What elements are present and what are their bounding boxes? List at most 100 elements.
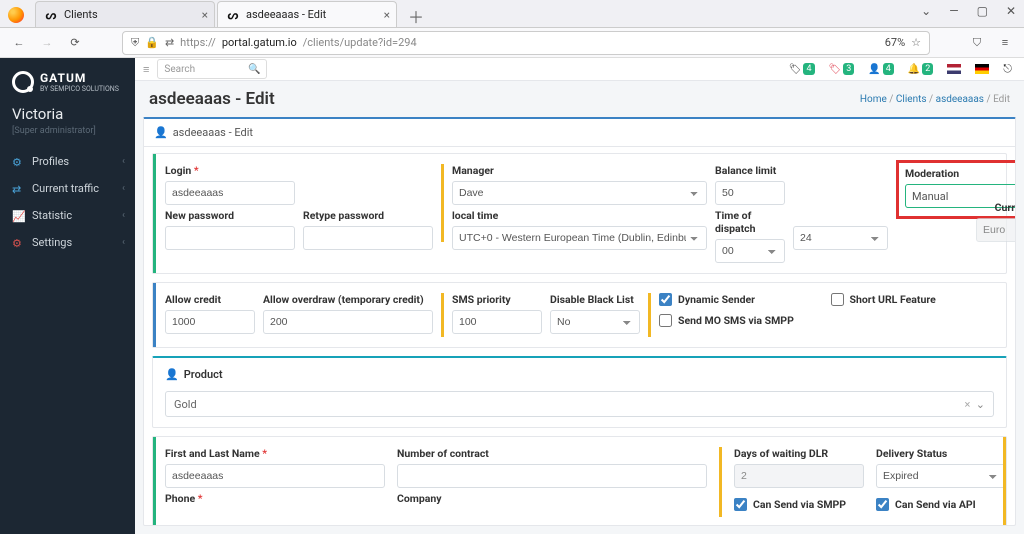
disable-bl-select[interactable]: No — [550, 310, 640, 334]
topbar: ≡ Search 🔍 🏷4 🏷3 👤4 🔔2 ⎋ — [135, 58, 1024, 81]
new-password-input[interactable] — [165, 226, 295, 250]
mo-smpp-label: Send MO SMS via SMPP — [678, 314, 794, 327]
retype-pw-label: Retype password — [303, 209, 433, 222]
chevron-left-icon: ‹ — [122, 183, 125, 194]
name-label: First and Last Name * — [165, 447, 385, 460]
url-prefix: https:// — [180, 36, 216, 49]
dynamic-sender-label: Dynamic Sender — [678, 293, 755, 306]
mo-smpp-checkbox[interactable] — [659, 314, 672, 327]
logout-icon[interactable]: ⎋ — [1003, 62, 1012, 76]
chevron-left-icon: ‹ — [122, 156, 125, 167]
reload-button[interactable]: ⟳ — [64, 32, 86, 54]
localtime-label: local time — [452, 209, 707, 222]
name-input[interactable] — [165, 464, 385, 488]
api-checkbox[interactable] — [876, 498, 889, 511]
card-credit: Allow credit Allow overdraw (temporary c… — [152, 282, 1007, 348]
delivery-label: Delivery Status — [876, 447, 1006, 460]
url-bar[interactable]: ⛨ 🔒 ⇄ https://portal.gatum.io/clients/up… — [122, 31, 930, 55]
user-icon: 👤 — [154, 126, 168, 139]
manager-select[interactable]: Dave — [452, 181, 707, 205]
browser-tab-edit[interactable]: ᔕ asdeeaaas - Edit × — [217, 1, 397, 27]
flag-en-icon[interactable] — [947, 64, 961, 74]
bookmark-icon[interactable]: ☆ — [911, 36, 921, 49]
tag-icon-2[interactable]: 🏷3 — [829, 63, 855, 75]
product-head: Product — [184, 368, 223, 381]
sidebar-item-settings[interactable]: ⚙Settings‹ — [0, 229, 135, 256]
user-name: Victoria — [0, 99, 135, 126]
close-tab-icon[interactable]: × — [384, 8, 390, 22]
close-window-icon[interactable]: ✕ — [1006, 4, 1016, 18]
manager-label: Manager — [452, 164, 707, 177]
tag-icon-1[interactable]: 🏷4 — [789, 63, 815, 75]
allow-credit-input[interactable] — [165, 310, 255, 334]
sidebar-item-label: Statistic — [32, 209, 72, 222]
login-label: Login * — [165, 164, 295, 177]
crumb-home[interactable]: Home — [860, 94, 887, 105]
logo: GATUM BY SEMPICO SOLUTIONS — [0, 58, 135, 99]
user-icon[interactable]: 👤4 — [868, 63, 894, 75]
smpp-label: Can Send via SMPP — [753, 498, 846, 511]
search-input[interactable]: Search 🔍 — [157, 59, 267, 79]
new-pw-label: New password — [165, 209, 295, 222]
sms-prio-input[interactable] — [452, 310, 542, 334]
brand-name: GATUM — [40, 71, 119, 85]
short-url-label: Short URL Feature — [850, 293, 936, 306]
contract-input[interactable] — [397, 464, 707, 488]
allow-over-input[interactable] — [263, 310, 433, 334]
page-title: asdeeaaas - Edit — [149, 89, 275, 109]
minimize-icon[interactable]: — — [949, 4, 958, 18]
gear-icon: ⚙ — [12, 237, 24, 249]
browser-tab-clients[interactable]: ᔕ Clients × — [35, 1, 215, 27]
forward-button[interactable]: → — [36, 32, 58, 54]
zoom-level[interactable]: 67% — [885, 36, 905, 49]
panel-title: asdeeaaas - Edit — [173, 126, 253, 139]
back-button[interactable]: ← — [8, 32, 30, 54]
phone-label: Phone * — [165, 492, 385, 505]
maximize-icon[interactable]: ▢ — [977, 4, 988, 18]
allow-over-label: Allow overdraw (temporary credit) — [263, 293, 433, 306]
dlr-input — [734, 464, 864, 488]
crumb-edit: Edit — [993, 94, 1010, 105]
short-url-checkbox[interactable] — [831, 293, 844, 306]
chevron-down-icon[interactable]: ⌄ — [921, 4, 931, 18]
tab-label: Clients — [64, 8, 98, 21]
sidebar-item-profiles[interactable]: ⚙Profiles‹ — [0, 148, 135, 175]
pocket-icon[interactable]: ⛉ — [966, 32, 988, 54]
card-product: 👤 Product Gold × ⌄ — [152, 356, 1007, 428]
localtime-select[interactable]: UTC+0 - Western European Time (Dublin, E… — [452, 226, 707, 250]
crumb-item[interactable]: asdeeaaas — [936, 94, 984, 105]
dispatch-to-select[interactable]: 24 — [793, 226, 888, 250]
bell-icon[interactable]: 🔔2 — [908, 63, 934, 75]
url-host: portal.gatum.io — [222, 36, 297, 49]
user-role: [Super administrator] — [0, 126, 135, 148]
card-login: Login * New password x Retype password — [152, 153, 1007, 274]
hamburger-icon[interactable]: ≡ — [143, 63, 149, 76]
menu-icon[interactable]: ≡ — [994, 32, 1016, 54]
sidebar: GATUM BY SEMPICO SOLUTIONS Victoria [Sup… — [0, 58, 135, 534]
url-path: /clients/update?id=294 — [303, 36, 417, 49]
moderation-label: Moderation — [905, 167, 1015, 180]
firefox-icon — [8, 7, 24, 23]
smpp-checkbox[interactable] — [734, 498, 747, 511]
lock-icon: 🔒 — [145, 36, 159, 49]
clear-icon[interactable]: × — [964, 398, 970, 411]
close-tab-icon[interactable]: × — [202, 8, 208, 22]
crumb-clients[interactable]: Clients — [896, 94, 927, 105]
product-select[interactable]: Gold × ⌄ — [165, 391, 994, 417]
delivery-select[interactable]: Expired — [876, 464, 1006, 488]
dynamic-sender-checkbox[interactable] — [659, 293, 672, 306]
flag-de-icon[interactable] — [975, 64, 989, 74]
sidebar-item-statistic[interactable]: 📈Statistic‹ — [0, 202, 135, 229]
badge: 4 — [803, 63, 814, 75]
balance-input[interactable] — [715, 181, 785, 205]
logo-mark-icon — [12, 71, 34, 93]
login-input[interactable] — [165, 181, 295, 205]
dispatch-from-select[interactable]: 00 — [715, 239, 785, 263]
currency-label: Currency — [976, 201, 1015, 214]
retype-password-input[interactable] — [303, 226, 433, 250]
new-tab-button[interactable]: ＋ — [405, 5, 427, 27]
panel-head: 👤 asdeeaaas - Edit — [144, 119, 1015, 147]
search-icon: 🔍 — [248, 64, 260, 75]
sidebar-item-traffic[interactable]: ⇄Current traffic‹ — [0, 175, 135, 202]
traffic-icon: ⇄ — [12, 183, 24, 195]
